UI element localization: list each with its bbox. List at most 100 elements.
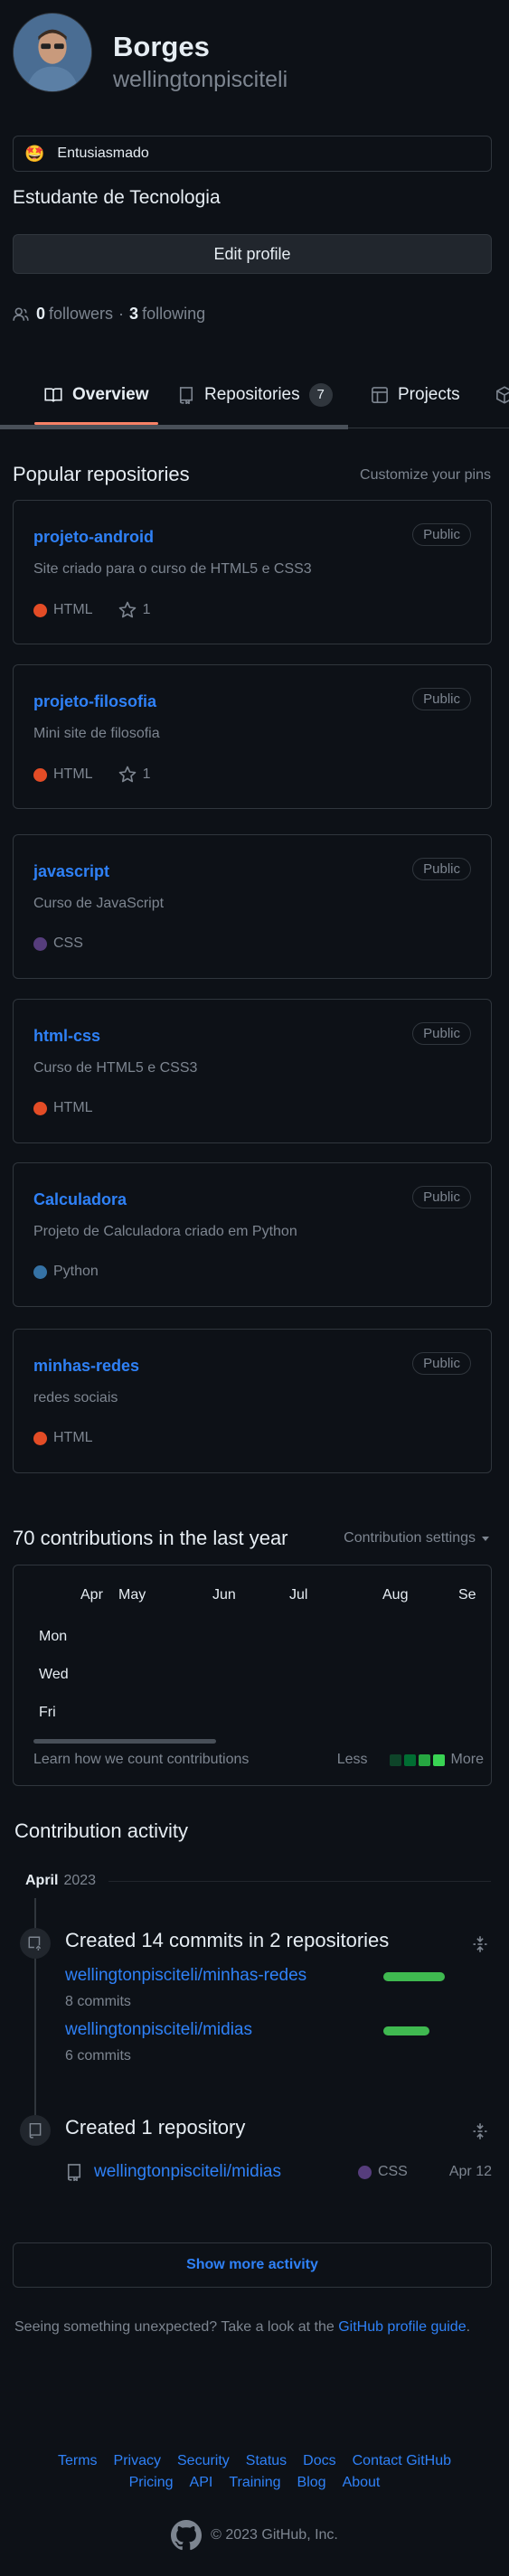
footer-link-training[interactable]: Training — [229, 2475, 280, 2490]
stars-link[interactable]: 1 — [118, 766, 151, 784]
activity-month-header: April 2023 — [25, 1873, 491, 1889]
pinned-repo-card: projeto-filosofia Public Mini site de fi… — [13, 664, 492, 809]
repo-name-link[interactable]: html-css — [33, 1027, 100, 1046]
footer-copyright: © 2023 GitHub, Inc. — [0, 2520, 509, 2551]
contribution-calendar: Apr May Jun Jul Aug Se Mon Wed Fri Learn… — [13, 1565, 492, 1786]
tab-overview[interactable]: Overview — [34, 374, 157, 425]
stars-link[interactable]: 1 — [118, 601, 150, 619]
visibility-badge: Public — [412, 858, 471, 880]
following-count: 3 — [129, 305, 139, 323]
month-label: May — [118, 1587, 146, 1603]
repo-meta: HTML — [33, 1430, 93, 1446]
footer-link-contact[interactable]: Contact GitHub — [353, 2453, 451, 2468]
footer-link-pricing[interactable]: Pricing — [129, 2475, 174, 2490]
repo-description: Curso de HTML5 e CSS3 — [33, 1060, 198, 1076]
tab-repositories[interactable]: Repositories 7 — [177, 374, 333, 416]
created-repo-row: wellingtonpisciteli/midias CSS Apr 12 — [65, 2162, 492, 2182]
activity-year: 2023 — [63, 1873, 97, 1888]
month-label: Jun — [212, 1587, 236, 1603]
unexpected-note: Seeing something unexpected? Take a look… — [14, 2319, 470, 2336]
repo-icon — [179, 387, 193, 404]
footer-links-row: Terms Privacy Security Status Docs Contact Gi… — [0, 2453, 509, 2469]
copyright-text: © 2023 GitHub, Inc. — [211, 2527, 338, 2543]
footer-link-api[interactable]: API — [190, 2475, 213, 2490]
show-more-activity-button[interactable]: Show more activity — [13, 2242, 492, 2288]
avatar-photo — [14, 14, 91, 91]
book-icon — [44, 388, 62, 402]
github-logo-icon[interactable] — [171, 2520, 203, 2551]
fold-icon — [473, 2123, 487, 2139]
commit-count: 8 commits — [65, 1994, 131, 2009]
pinned-repo-card: minhas-redes Public redes sociais HTML — [13, 1329, 492, 1473]
commit-repo-link[interactable]: wellingtonpisciteli/midias — [65, 2020, 252, 2040]
commits-summary: Created 14 commits in 2 repositories — [65, 1929, 390, 1951]
user-status[interactable]: 🤩 Entusiasmado — [13, 136, 492, 172]
unexpected-text: Seeing something unexpected? Take a look… — [14, 2319, 335, 2335]
repo-description: Site criado para o curso de HTML5 e CSS3 — [33, 561, 312, 577]
pinned-title: Popular repositories — [13, 463, 190, 485]
profile-header: Borges wellingtonpisciteli — [13, 13, 496, 103]
edit-profile-button[interactable]: Edit profile — [13, 234, 492, 274]
tabs-scrollbar[interactable] — [0, 425, 348, 429]
footer-link-security[interactable]: Security — [177, 2453, 230, 2468]
repo-name-link[interactable]: projeto-filosofia — [33, 692, 156, 711]
repo-language: HTML — [53, 602, 93, 617]
followers-label: followers — [49, 305, 114, 323]
pinned-repo-card: html-css Public Curso de HTML5 e CSS3 HT… — [13, 999, 492, 1143]
footer-link-docs[interactable]: Docs — [303, 2453, 335, 2468]
followers-link[interactable]: 0 followers — [36, 305, 113, 324]
tab-projects[interactable]: Projects — [371, 374, 460, 416]
footer-link-status[interactable]: Status — [246, 2453, 287, 2468]
following-label: following — [142, 305, 206, 323]
contribution-settings-label: Contribution settings — [344, 1530, 476, 1546]
contribution-settings-dropdown[interactable]: Contribution settings — [344, 1530, 491, 1547]
repo-push-icon — [28, 1936, 42, 1951]
learn-contributions-link[interactable]: Learn how we count contributions — [33, 1752, 249, 1768]
footer-link-terms[interactable]: Terms — [58, 2453, 98, 2468]
repo-name-link[interactable]: projeto-android — [33, 528, 154, 547]
commit-share-bar — [383, 1972, 445, 1981]
calendar-scrollbar[interactable] — [33, 1739, 216, 1744]
fold-toggle[interactable] — [471, 1935, 489, 1958]
follow-separator: · — [118, 305, 125, 323]
language-color-dot — [33, 1264, 47, 1279]
legend-less-label: Less — [336, 1752, 368, 1767]
legend-square — [432, 1753, 445, 1766]
following-link[interactable]: 3 following — [129, 305, 205, 324]
commit-repo-link[interactable]: wellingtonpisciteli/minhas-redes — [65, 1966, 306, 1986]
profile-tabs: Overview Repositories 7 Projects — [0, 362, 509, 428]
repo-meta: HTML 1 — [33, 601, 150, 619]
activity-title: Contribution activity — [14, 1819, 188, 1842]
language-color-dot — [33, 936, 47, 951]
repo-meta: CSS — [33, 935, 83, 952]
profile-guide-link[interactable]: GitHub profile guide — [338, 2319, 466, 2335]
day-label: Fri — [39, 1705, 56, 1720]
repo-name-link[interactable]: Calculadora — [33, 1190, 127, 1209]
repo-name-link[interactable]: minhas-redes — [33, 1357, 139, 1376]
footer-link-about[interactable]: About — [343, 2475, 381, 2490]
repo-language: HTML — [53, 1100, 93, 1115]
repo-created-summary: Created 1 repository — [65, 2116, 246, 2139]
created-repo-link[interactable]: wellingtonpisciteli/midias — [94, 2162, 281, 2182]
language-color-dot — [33, 1101, 47, 1115]
footer-link-blog[interactable]: Blog — [297, 2475, 326, 2490]
repo-meta: HTML 1 — [33, 766, 150, 784]
customize-pins-link[interactable]: Customize your pins — [360, 467, 491, 484]
stars-count: 1 — [142, 766, 151, 782]
star-icon — [118, 766, 136, 783]
footer-link-privacy[interactable]: Privacy — [114, 2453, 161, 2468]
pinned-repo-card: javascript Public Curso de JavaScript CS… — [13, 834, 492, 979]
day-label: Mon — [39, 1629, 68, 1644]
tab-overview-label: Overview — [72, 385, 149, 404]
month-label: Jul — [289, 1587, 308, 1603]
tab-packages[interactable] — [495, 374, 509, 416]
repo-name-link[interactable]: javascript — [33, 862, 109, 881]
month-label: Se — [458, 1587, 476, 1603]
fold-toggle[interactable] — [471, 2122, 489, 2145]
created-repo-date: Apr 12 — [448, 2164, 492, 2179]
profile-login: wellingtonpisciteli — [113, 67, 288, 92]
month-divider — [108, 1880, 491, 1882]
visibility-badge: Public — [412, 1022, 471, 1045]
avatar[interactable] — [13, 13, 92, 92]
tab-projects-label: Projects — [398, 385, 460, 404]
